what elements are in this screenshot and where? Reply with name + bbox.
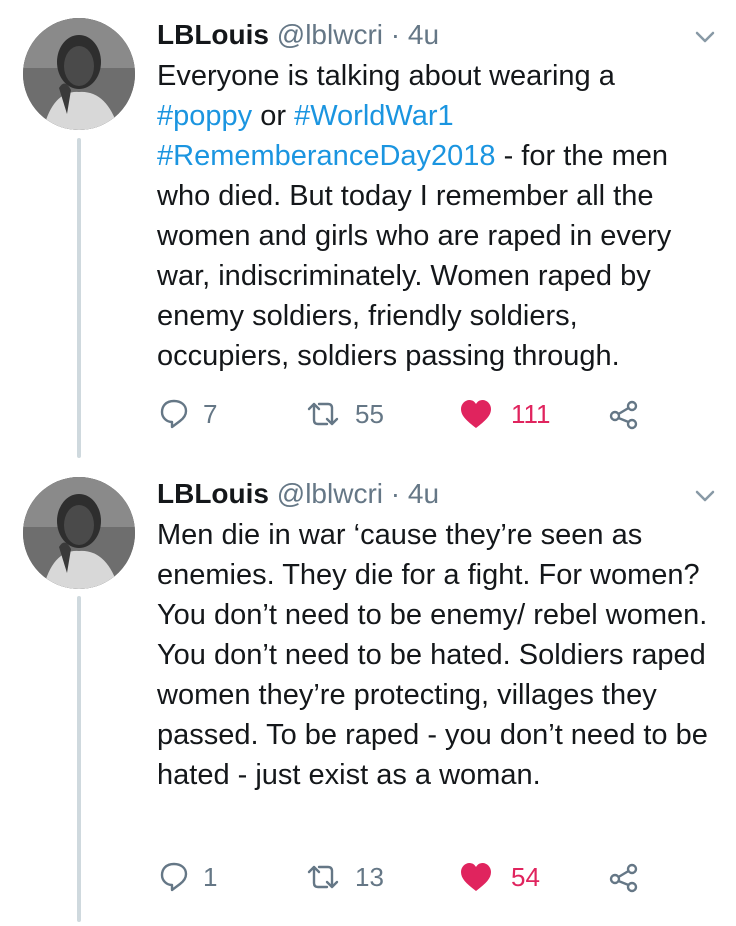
display-name[interactable]: LBLouis (157, 478, 269, 509)
retweet-icon (307, 402, 339, 426)
heart-icon (461, 400, 491, 428)
hashtag-link[interactable]: #RememberanceDay2018 (157, 140, 496, 172)
reply-count: 7 (203, 398, 218, 429)
user-handle[interactable]: @lblwcri (277, 19, 383, 50)
avatar-image (23, 477, 135, 589)
display-name[interactable]: LBLouis (157, 19, 269, 50)
chevron-down-icon[interactable] (690, 22, 720, 52)
reply-icon (160, 862, 188, 892)
reply-button[interactable]: 1 (159, 857, 217, 897)
tweet-text: Everyone is talking about wearing a #pop… (157, 56, 717, 376)
tweet-header: LBLouis @lblwcri · 4u (157, 18, 439, 52)
tweet[interactable]: LBLouis @lblwcri · 4u Men die in war ‘ca… (0, 477, 736, 917)
reply-icon (160, 399, 188, 429)
share-button[interactable] (607, 857, 639, 897)
like-count: 54 (511, 861, 540, 892)
separator: · (390, 478, 401, 509)
retweet-icon (307, 865, 339, 889)
action-bar: 7 55 111 (157, 394, 677, 434)
timestamp[interactable]: 4u (408, 19, 439, 50)
like-count: 111 (511, 398, 551, 429)
text-segment: or (252, 100, 295, 132)
tweet-header: LBLouis @lblwcri · 4u (157, 477, 439, 511)
share-button[interactable] (607, 394, 639, 434)
timestamp[interactable]: 4u (408, 478, 439, 509)
text-segment: - for the men who died. But today I reme… (157, 140, 672, 372)
user-handle[interactable]: @lblwcri (277, 478, 383, 509)
tweet-text: Men die in war ‘cause they’re seen as en… (157, 515, 717, 795)
retweet-button[interactable]: 13 (305, 857, 384, 897)
heart-icon (461, 863, 491, 891)
avatar-image (23, 18, 135, 130)
text-segment: Everyone is talking about wearing a (157, 60, 615, 92)
action-bar: 1 13 54 (157, 857, 677, 897)
chevron-down-icon[interactable] (690, 481, 720, 511)
retweet-count: 13 (355, 861, 384, 892)
like-button[interactable]: 54 (459, 857, 540, 897)
hashtag-link[interactable]: #WorldWar1 (294, 100, 454, 132)
tweet[interactable]: LBLouis @lblwcri · 4u Everyone is talkin… (0, 18, 736, 458)
text-segment: Men die in war ‘cause they’re seen as en… (157, 519, 708, 791)
avatar[interactable] (23, 18, 135, 130)
like-button[interactable]: 111 (459, 394, 551, 434)
reply-count: 1 (203, 861, 218, 892)
retweet-button[interactable]: 55 (305, 394, 384, 434)
reply-button[interactable]: 7 (159, 394, 217, 434)
separator: · (390, 19, 401, 50)
share-icon (609, 863, 638, 893)
retweet-count: 55 (355, 398, 384, 429)
avatar[interactable] (23, 477, 135, 589)
share-icon (609, 400, 638, 430)
hashtag-link[interactable]: #poppy (157, 100, 252, 132)
